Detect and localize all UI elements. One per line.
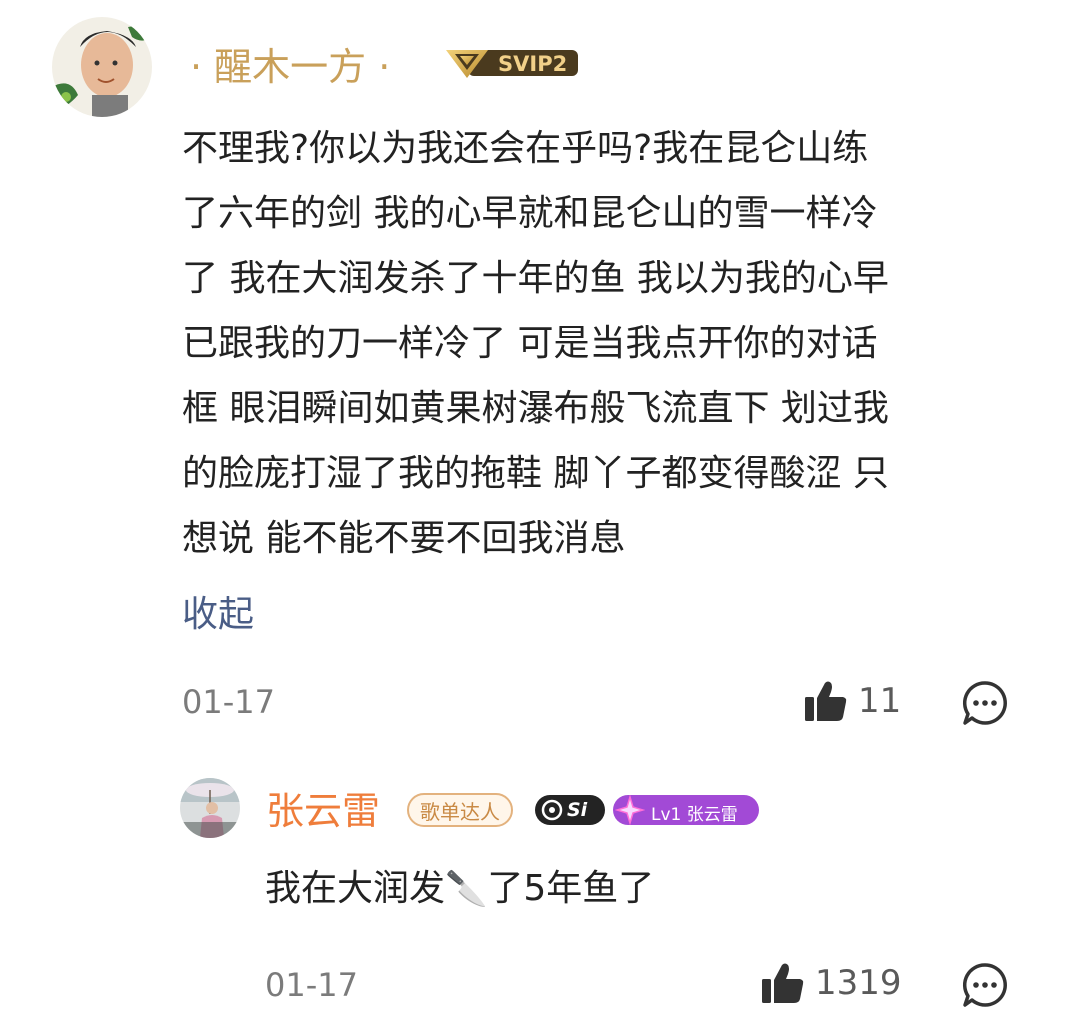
- reply-button-2[interactable]: [962, 962, 1008, 1012]
- reply-button-1[interactable]: [962, 680, 1008, 730]
- comment-text-before: 我在大润发: [265, 868, 446, 909]
- comment-line: 已跟我的刀一样冷了 可是当我点开你的对话: [182, 323, 878, 364]
- username-zhangyunlei[interactable]: 张云雷: [266, 792, 380, 830]
- like-count-1: 11: [858, 681, 902, 721]
- comment-line: 的脸庞打湿了我的拖鞋 脚丫子都变得酸涩 只: [182, 453, 889, 494]
- username-xingmuyifang[interactable]: · 醒木一方 ·: [190, 48, 390, 86]
- like-count-2: 1319: [815, 963, 902, 1003]
- comment-line: 不理我?你以为我还会在乎吗?我在昆仑山练: [182, 128, 869, 169]
- lv-label: Lv1 张云雷: [651, 805, 738, 825]
- comment-bubble-icon: [962, 681, 1007, 725]
- comment-line: 想说 能不能不要不回我消息: [182, 518, 626, 559]
- like-button-2[interactable]: 1319: [761, 962, 902, 1004]
- knife-emoji: 🔪: [445, 869, 488, 909]
- like-button-1[interactable]: 11: [804, 680, 901, 722]
- avatar-xingmuyifang[interactable]: [52, 17, 152, 117]
- level-badge: Si: [535, 795, 605, 825]
- comment-text-after: 了5年鱼了: [487, 868, 655, 909]
- comment-line: 框 眼泪瞬间如黄果树瀑布般飞流直下 划过我: [182, 388, 889, 429]
- comment-body-1: 不理我?你以为我还会在乎吗?我在昆仑山练 了六年的剑 我的心早就和昆仑山的雪一样…: [182, 116, 1012, 571]
- tag-label: 歌单达人: [420, 799, 500, 824]
- comment-date-1: 01-17: [182, 683, 275, 721]
- music-note-icon: [541, 799, 563, 821]
- comment-line: 了 我在大润发杀了十年的鱼 我以为我的心早: [182, 258, 889, 299]
- thumbs-up-icon: [762, 963, 804, 1003]
- lv-badge[interactable]: Lv1 张云雷: [613, 795, 759, 825]
- svip-label: SVIP2: [498, 52, 568, 76]
- sparkle-icon: [615, 795, 645, 825]
- tag-badge: 歌单达人: [407, 793, 513, 827]
- thumbs-up-icon: [805, 681, 847, 721]
- comment-bubble-icon: [962, 963, 1007, 1007]
- comment-body-2: 我在大润发🔪了5年鱼了: [265, 856, 865, 921]
- level-label: Si: [567, 799, 588, 821]
- comment-line: 我在大润发🔪了5年鱼了: [265, 856, 865, 921]
- comment-line: 了六年的剑 我的心早就和昆仑山的雪一样冷: [182, 193, 878, 234]
- svip-badge[interactable]: SVIP2: [444, 44, 580, 82]
- avatar-zhangyunlei[interactable]: [180, 778, 240, 838]
- comment-date-2: 01-17: [265, 966, 358, 1004]
- collapse-button[interactable]: 收起: [182, 597, 254, 633]
